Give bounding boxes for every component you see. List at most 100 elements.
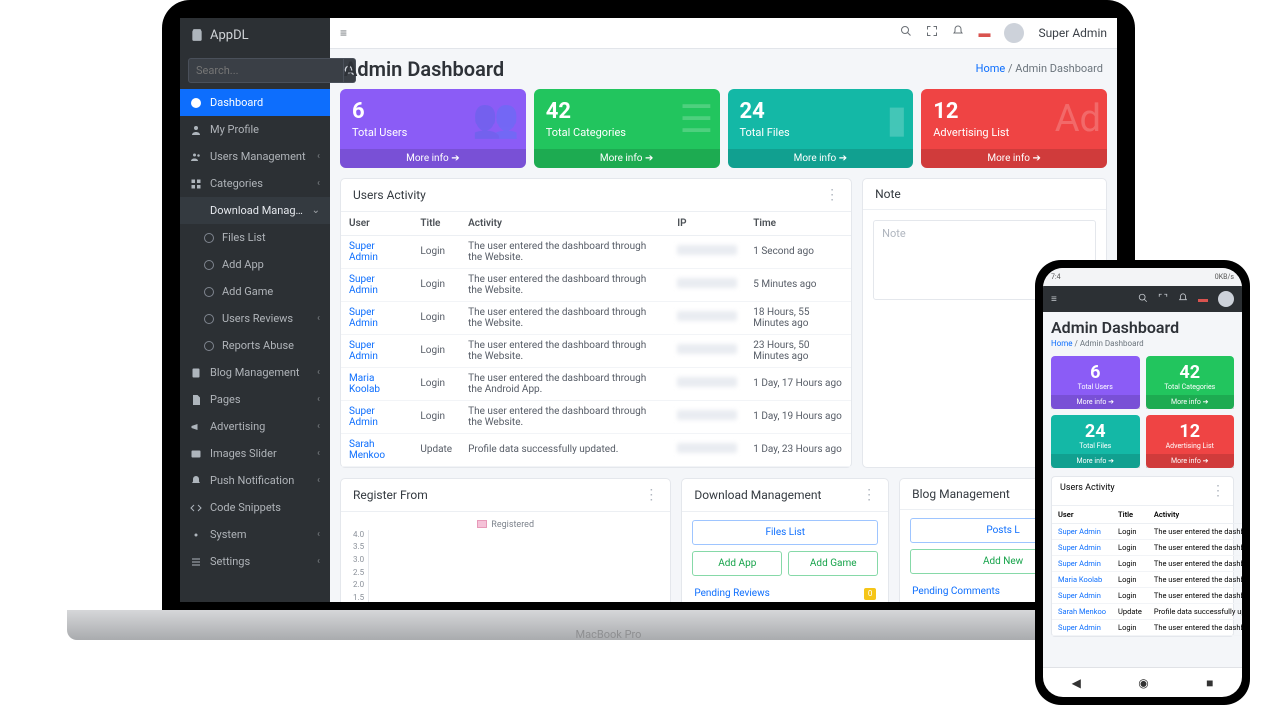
user-link[interactable]: Super Admin bbox=[1058, 591, 1101, 600]
add-game-button[interactable]: Add Game bbox=[788, 551, 878, 576]
shopping-bag-icon bbox=[190, 28, 204, 42]
panel-menu-icon[interactable]: ⋮ bbox=[644, 487, 658, 503]
menu-toggle-button[interactable]: ≡ bbox=[1051, 294, 1057, 305]
user-link[interactable]: Super Admin bbox=[1058, 543, 1101, 552]
gauge-icon bbox=[190, 97, 202, 109]
chevron-left-icon: ‹ bbox=[317, 151, 320, 162]
bell-icon[interactable] bbox=[1178, 293, 1188, 306]
sidebar-item-push[interactable]: Push Notification‹ bbox=[180, 467, 330, 494]
user-link[interactable]: Sarah Menkoo bbox=[1058, 607, 1106, 616]
menu-toggle-button[interactable]: ≡ bbox=[340, 26, 347, 40]
sidebar-item-code[interactable]: Code Snippets bbox=[180, 494, 330, 521]
sidebar-item-system[interactable]: System‹ bbox=[180, 521, 330, 548]
sidebar-item-dashboard[interactable]: Dashboard bbox=[180, 89, 330, 116]
more-info-link[interactable]: More info ➔ bbox=[728, 149, 914, 168]
chevron-left-icon: ‹ bbox=[317, 178, 320, 189]
more-info-link[interactable]: More info ➔ bbox=[921, 149, 1107, 168]
more-info-link[interactable]: More info ➔ bbox=[340, 149, 526, 168]
recent-button[interactable]: ■ bbox=[1206, 676, 1213, 690]
brand[interactable]: AppDL bbox=[180, 18, 330, 52]
sidebar-subitem-addgame[interactable]: Add Game bbox=[180, 278, 330, 305]
more-info-link[interactable]: More info ➔ bbox=[1051, 454, 1140, 468]
activity-table: User Title Activity IP Time Super AdminL… bbox=[341, 212, 851, 467]
user-link[interactable]: Super Admin bbox=[1058, 527, 1101, 536]
breadcrumb-home[interactable]: Home bbox=[976, 62, 1006, 75]
panel-title: Note bbox=[875, 187, 901, 201]
search-icon[interactable] bbox=[1138, 293, 1148, 306]
page-title: Admin Dashboard bbox=[344, 57, 504, 81]
user-link[interactable]: Super Admin bbox=[349, 406, 378, 428]
card-total-users[interactable]: 6Total UsersMore info ➔ bbox=[1051, 356, 1140, 409]
sliders-icon bbox=[190, 556, 202, 568]
sidebar-subitem-files[interactable]: Files List bbox=[180, 224, 330, 251]
sidebar-item-categories[interactable]: Categories‹ bbox=[180, 170, 330, 197]
sidebar-subitem-reviews[interactable]: Users Reviews‹ bbox=[180, 305, 330, 332]
user-link[interactable]: Maria Koolab bbox=[349, 373, 380, 395]
breadcrumb-current: Admin Dashboard bbox=[1015, 62, 1103, 75]
ad-icon: Ad bbox=[1055, 97, 1101, 141]
sidebar-subitem-abuse[interactable]: Reports Abuse bbox=[180, 332, 330, 359]
clipboard-icon bbox=[190, 367, 202, 379]
avatar[interactable] bbox=[1218, 291, 1234, 307]
sidebar-item-slider[interactable]: Images Slider‹ bbox=[180, 440, 330, 467]
user-link[interactable]: Super Admin bbox=[349, 274, 378, 296]
circle-icon bbox=[204, 233, 214, 243]
card-advertising[interactable]: 12 Advertising List Ad More info ➔ bbox=[921, 89, 1107, 168]
card-total-files[interactable]: 24Total FilesMore info ➔ bbox=[1051, 415, 1140, 468]
card-total-files[interactable]: 24 Total Files ▮ More info ➔ bbox=[728, 89, 914, 168]
panel-title: Register From bbox=[353, 488, 428, 502]
table-row: Super AdminLoginThe user entered the das… bbox=[341, 301, 851, 334]
user-link[interactable]: Super Admin bbox=[349, 241, 378, 263]
panel-menu-icon[interactable]: ⋮ bbox=[1211, 483, 1225, 499]
home-button[interactable]: ◉ bbox=[1138, 676, 1148, 690]
bell-icon[interactable] bbox=[952, 25, 964, 40]
user-link[interactable]: Maria Koolab bbox=[1058, 575, 1102, 584]
sidebar-item-profile[interactable]: My Profile bbox=[180, 116, 330, 143]
sidebar-item-advertising[interactable]: Advertising‹ bbox=[180, 413, 330, 440]
main-area: ≡ ▬ Super Admin Admin Dashboard Home / A… bbox=[330, 18, 1117, 602]
panel-title: Blog Management bbox=[912, 487, 1010, 501]
file-icon: ▮ bbox=[886, 97, 907, 142]
fullscreen-icon[interactable] bbox=[1158, 293, 1168, 306]
card-advertising[interactable]: 12Advertising ListMore info ➔ bbox=[1146, 415, 1235, 468]
add-app-button[interactable]: Add App bbox=[692, 551, 782, 576]
chevron-left-icon: ‹ bbox=[317, 556, 320, 567]
pending-reviews-link[interactable]: Pending Reviews bbox=[694, 588, 769, 600]
gear-icon bbox=[190, 529, 202, 541]
sidebar-item-pages[interactable]: Pages‹ bbox=[180, 386, 330, 413]
language-icon[interactable]: ▬ bbox=[978, 26, 990, 40]
more-info-link[interactable]: More info ➔ bbox=[1051, 395, 1140, 409]
user-link[interactable]: Super Admin bbox=[349, 340, 378, 362]
user-link[interactable]: Sarah Menkoo bbox=[349, 439, 385, 461]
panel-menu-icon[interactable]: ⋮ bbox=[862, 487, 876, 503]
user-link[interactable]: Super Admin bbox=[1058, 623, 1101, 632]
language-icon[interactable]: ▬ bbox=[1198, 294, 1208, 305]
panel-menu-icon[interactable]: ⋮ bbox=[825, 187, 839, 203]
more-info-link[interactable]: More info ➔ bbox=[1146, 454, 1235, 468]
laptop-screen: AppDL Dashboard My Profile Users Managem… bbox=[162, 0, 1135, 620]
card-total-categories[interactable]: 42Total CategoriesMore info ➔ bbox=[1146, 356, 1235, 409]
sidebar-item-download[interactable]: Download Management⌄ bbox=[180, 197, 330, 224]
bell-icon bbox=[190, 475, 202, 487]
table-row: Super AdminLoginThe user entered the das… bbox=[1052, 588, 1242, 604]
fullscreen-icon[interactable] bbox=[926, 25, 938, 40]
sidebar-subitem-addapp[interactable]: Add App bbox=[180, 251, 330, 278]
card-total-users[interactable]: 6 Total Users 👥 More info ➔ bbox=[340, 89, 526, 168]
back-button[interactable]: ◀ bbox=[1072, 676, 1081, 690]
table-row: Super AdminLoginThe user entered the das… bbox=[341, 400, 851, 433]
files-list-button[interactable]: Files List bbox=[692, 520, 878, 545]
users-icon bbox=[190, 151, 202, 163]
more-info-link[interactable]: More info ➔ bbox=[534, 149, 720, 168]
user-link[interactable]: Super Admin bbox=[1058, 559, 1101, 568]
user-name[interactable]: Super Admin bbox=[1038, 26, 1107, 40]
sidebar-item-users[interactable]: Users Management‹ bbox=[180, 143, 330, 170]
sidebar-item-settings[interactable]: Settings‹ bbox=[180, 548, 330, 575]
sidebar-item-blog[interactable]: Blog Management‹ bbox=[180, 359, 330, 386]
pending-comments-link[interactable]: Pending Comments bbox=[912, 586, 1000, 597]
search-input[interactable] bbox=[188, 58, 344, 83]
user-link[interactable]: Super Admin bbox=[349, 307, 378, 329]
search-icon[interactable] bbox=[900, 25, 912, 40]
more-info-link[interactable]: More info ➔ bbox=[1146, 395, 1235, 409]
card-total-categories[interactable]: 42 Total Categories ☰ More info ➔ bbox=[534, 89, 720, 168]
avatar[interactable] bbox=[1004, 23, 1024, 43]
